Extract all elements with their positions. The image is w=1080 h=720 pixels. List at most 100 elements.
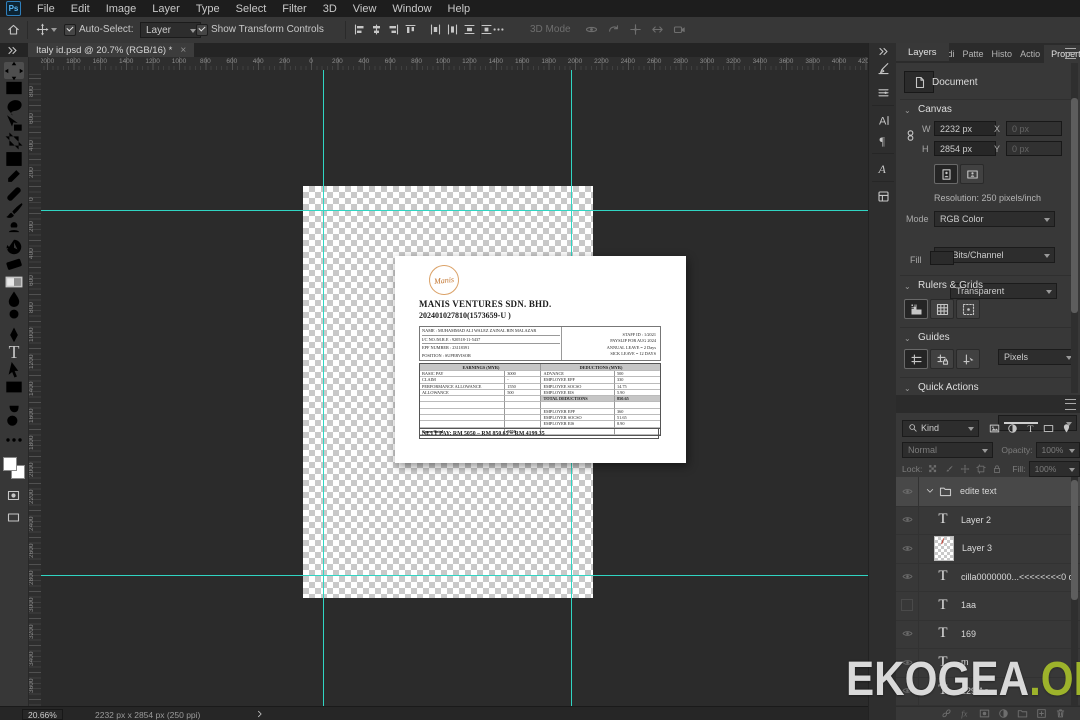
layer-row-4[interactable]: Tcilla0000000...<<<<<<<<0 d bbox=[896, 562, 1080, 592]
menu-image[interactable]: Image bbox=[98, 3, 145, 15]
toggle-guides-button[interactable] bbox=[904, 349, 928, 369]
layer-name[interactable]: edite text bbox=[960, 486, 997, 496]
tool-preset-caret[interactable] bbox=[51, 28, 57, 32]
align-right-icon[interactable] bbox=[387, 23, 400, 36]
layers-tab[interactable]: Layers bbox=[896, 43, 949, 61]
menu-3d[interactable]: 3D bbox=[315, 3, 345, 15]
layer-thumbnail[interactable] bbox=[934, 535, 954, 561]
eye-icon[interactable] bbox=[896, 562, 919, 591]
menu-window[interactable]: Window bbox=[384, 3, 439, 15]
zoom-tool[interactable] bbox=[4, 414, 24, 431]
status-chevron-icon[interactable] bbox=[255, 709, 265, 719]
canvas-height-field[interactable]: 2854 px bbox=[934, 141, 996, 156]
trash-icon[interactable] bbox=[1055, 708, 1066, 719]
foreground-background-colors[interactable] bbox=[3, 457, 25, 479]
layers-menu-icon[interactable] bbox=[1065, 399, 1076, 410]
gradient-tool[interactable] bbox=[4, 273, 24, 290]
crop-tool[interactable] bbox=[4, 132, 24, 150]
layer-name[interactable]: Layer 3 bbox=[962, 543, 992, 553]
quick-actions-chevron[interactable]: ⌄ bbox=[904, 384, 911, 393]
home-icon[interactable] bbox=[7, 23, 20, 36]
photoshop-app-icon[interactable]: Ps bbox=[6, 1, 21, 16]
fill-swatch[interactable] bbox=[930, 251, 954, 265]
healing-brush-tool[interactable] bbox=[4, 185, 24, 202]
collapse-toolbar-icon[interactable] bbox=[6, 44, 19, 57]
layer-row-5[interactable]: T 1aa bbox=[896, 591, 1080, 621]
clone-stamp-tool[interactable] bbox=[4, 220, 24, 237]
lock-transparency-icon[interactable] bbox=[928, 464, 938, 474]
lock-artboard-icon[interactable] bbox=[976, 463, 986, 474]
eyedropper-tool[interactable] bbox=[4, 168, 24, 185]
menu-filter[interactable]: Filter bbox=[274, 3, 314, 15]
opacity-field[interactable]: 100% bbox=[1035, 442, 1080, 458]
toggle-rulers-button[interactable] bbox=[904, 299, 928, 319]
auto-select-checkbox[interactable] bbox=[64, 24, 76, 36]
glyphs-panel-icon[interactable]: A bbox=[874, 159, 892, 177]
link-icon[interactable] bbox=[941, 708, 952, 719]
layers-fill-field[interactable]: 100% bbox=[1028, 460, 1080, 477]
blur-tool[interactable] bbox=[4, 291, 24, 308]
layer-row-3[interactable]: Layer 3 bbox=[896, 534, 1080, 564]
fx-icon[interactable]: fx bbox=[960, 708, 971, 719]
properties-scrollbar[interactable] bbox=[1071, 63, 1078, 393]
vertical-ruler[interactable]: 800 600 400 200 0 200 400 600 800 1000 1200 1400 160… bbox=[28, 70, 42, 706]
panel-tab-histo[interactable]: Histo bbox=[988, 45, 1017, 63]
link-dimensions-icon[interactable] bbox=[904, 129, 917, 142]
eye-icon-hidden[interactable] bbox=[896, 591, 919, 620]
menu-file[interactable]: File bbox=[29, 3, 63, 15]
clear-guides-button[interactable] bbox=[956, 349, 980, 369]
collapse-panels-icon[interactable] bbox=[877, 45, 890, 58]
toggle-snap-button[interactable] bbox=[956, 299, 980, 319]
adjustment-filter-icon[interactable] bbox=[1007, 423, 1018, 434]
ruler-units-dropdown[interactable]: Pixels bbox=[998, 349, 1077, 365]
path-selection-tool[interactable] bbox=[4, 361, 24, 378]
quick-mask-icon[interactable] bbox=[7, 489, 20, 502]
canvas-area[interactable]: Manis MANIS VENTURES SDN. BHD. 202401027… bbox=[41, 70, 868, 706]
guides-chevron[interactable]: ⌄ bbox=[904, 334, 911, 343]
mask-icon[interactable] bbox=[979, 708, 990, 719]
lock-all-icon[interactable] bbox=[992, 464, 1002, 474]
document-tab[interactable]: Italy id.psd @ 20.7% (RGB/16) * × bbox=[28, 43, 195, 57]
layer-name[interactable]: cilla0000000...<<<<<<<<0 d bbox=[961, 572, 1074, 582]
more-options-icon[interactable] bbox=[492, 23, 505, 36]
screen-mode-icon[interactable] bbox=[7, 511, 20, 524]
dodge-tool[interactable] bbox=[4, 308, 24, 325]
eraser-tool[interactable] bbox=[4, 256, 24, 273]
orientation-landscape-button[interactable] bbox=[960, 164, 984, 184]
layer-name[interactable]: 1aa bbox=[961, 600, 976, 610]
guide-horizontal-1[interactable] bbox=[41, 210, 868, 211]
object-selection-tool[interactable] bbox=[4, 115, 24, 132]
rectangle-tool[interactable] bbox=[4, 379, 24, 396]
panel-tab-patte[interactable]: Patte bbox=[959, 45, 988, 63]
distribute-left-icon[interactable] bbox=[429, 23, 442, 36]
image-filter-icon[interactable] bbox=[989, 423, 1000, 434]
marquee-tool[interactable] bbox=[4, 80, 24, 97]
brush-tool[interactable] bbox=[4, 203, 24, 220]
character-panel-icon[interactable]: A bbox=[874, 111, 892, 129]
show-transform-checkbox[interactable] bbox=[196, 24, 208, 36]
layer-name[interactable]: 169 bbox=[961, 629, 976, 639]
eye-icon[interactable] bbox=[896, 619, 919, 648]
eye-icon[interactable] bbox=[896, 477, 919, 506]
layer-name[interactable]: Layer 2 bbox=[961, 515, 991, 525]
menu-view[interactable]: View bbox=[345, 3, 385, 15]
lasso-tool[interactable] bbox=[4, 97, 24, 115]
frame-tool[interactable] bbox=[4, 150, 24, 167]
align-left-icon[interactable] bbox=[353, 23, 366, 36]
hand-tool[interactable] bbox=[4, 396, 24, 413]
horizontal-ruler[interactable]: 2000 1800 1600 1400 1200 1000 800 600 400 200 0 200… bbox=[41, 57, 868, 71]
lock-guides-button[interactable] bbox=[930, 349, 954, 369]
folder-icon[interactable] bbox=[1017, 708, 1028, 719]
layer-row-1[interactable]: edite text bbox=[896, 477, 1080, 507]
menu-select[interactable]: Select bbox=[228, 3, 275, 15]
foreground-color-swatch[interactable] bbox=[3, 457, 17, 471]
orientation-portrait-button[interactable] bbox=[934, 164, 958, 184]
new-layer-icon[interactable] bbox=[1036, 708, 1047, 719]
auto-select-target-dropdown[interactable]: Layer bbox=[140, 22, 201, 38]
guide-horizontal-2[interactable] bbox=[41, 575, 868, 576]
layer-filter-kind-dropdown[interactable]: Kind bbox=[902, 419, 979, 437]
panel-menu-icon[interactable] bbox=[1065, 48, 1076, 59]
blend-mode-dropdown[interactable]: Normal bbox=[902, 442, 994, 458]
align-top-icon[interactable] bbox=[404, 23, 417, 36]
group-expand-icon[interactable] bbox=[925, 486, 935, 496]
